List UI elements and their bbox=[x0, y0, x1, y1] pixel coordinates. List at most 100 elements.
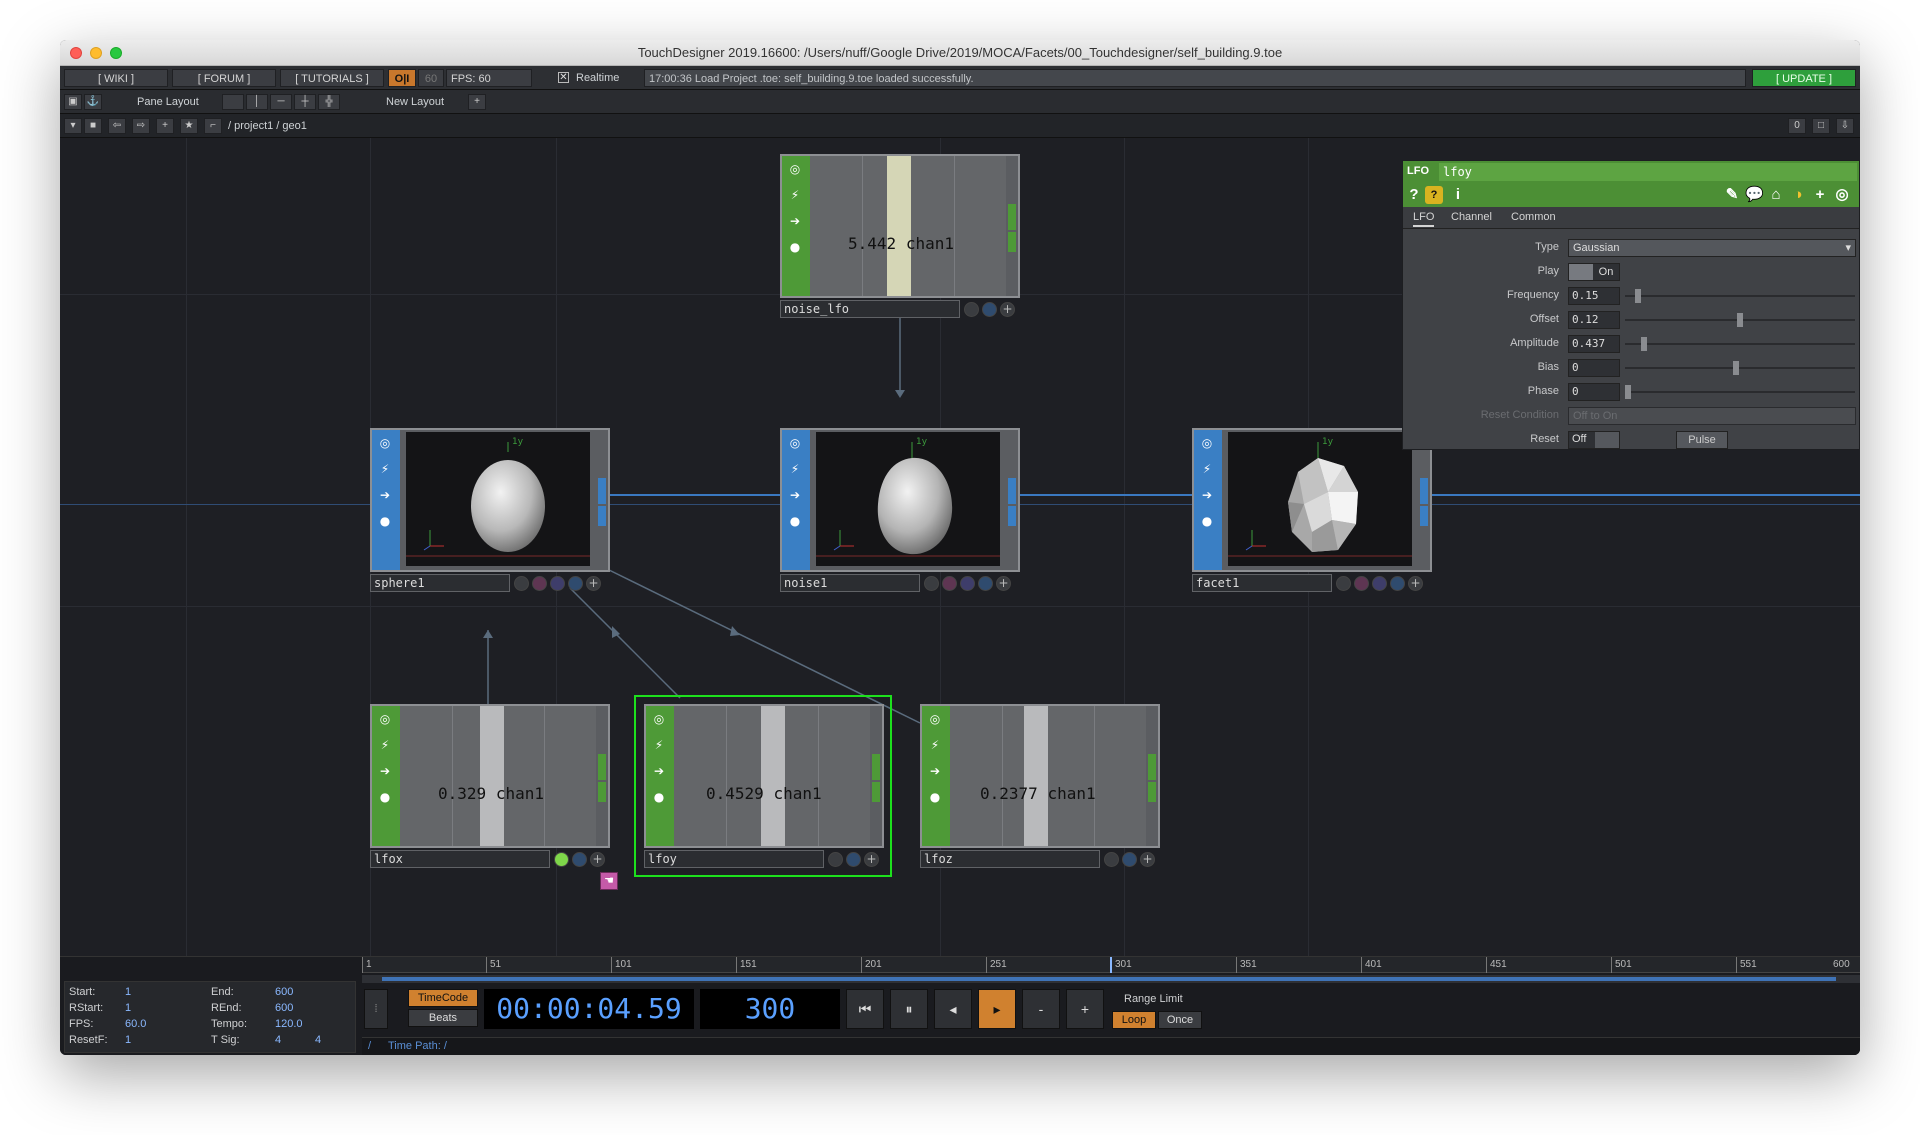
node-add-icon[interactable]: + bbox=[1000, 302, 1015, 317]
viewer-flag-icon[interactable]: ◎ bbox=[786, 434, 804, 452]
node-add-icon[interactable]: + bbox=[1140, 852, 1155, 867]
type-dropdown[interactable]: Gaussian ▾ bbox=[1568, 239, 1856, 257]
frame-display[interactable]: 300 bbox=[700, 989, 840, 1029]
add-layout-button[interactable]: + bbox=[468, 94, 486, 110]
start-value[interactable]: 1 bbox=[125, 986, 131, 998]
lock-flag-icon[interactable]: ● bbox=[786, 512, 804, 530]
lock-flag-icon[interactable]: ● bbox=[1198, 512, 1216, 530]
tempo-value[interactable]: 120.0 bbox=[275, 1018, 303, 1030]
pulse-button[interactable]: Pulse bbox=[1676, 431, 1728, 449]
output-connector[interactable] bbox=[598, 478, 606, 504]
amplitude-slider[interactable] bbox=[1625, 337, 1855, 351]
tutorials-button[interactable]: [ TUTORIALS ] bbox=[280, 69, 384, 87]
reset-condition-dropdown[interactable]: Off to On bbox=[1568, 407, 1856, 425]
output-connector[interactable] bbox=[1420, 478, 1428, 504]
node-facet1[interactable]: ◎ ⚡ ➔ ● 1y facet1 + bbox=[1192, 428, 1432, 592]
viewer-flag-icon[interactable]: ◎ bbox=[786, 160, 804, 178]
back-icon[interactable]: ⇦ bbox=[108, 118, 126, 134]
tsig-numerator[interactable]: 4 bbox=[275, 1034, 281, 1046]
node-lfoz[interactable]: ◎ ⚡ ➔ ● 0.2377 chan1 lfoz + bbox=[920, 704, 1160, 868]
add-icon[interactable]: + bbox=[1811, 186, 1829, 204]
wiki-button[interactable]: [ WIKI ] bbox=[64, 69, 168, 87]
step-minus-button[interactable]: - bbox=[1022, 989, 1060, 1029]
python-icon[interactable]: ◑ bbox=[1789, 186, 1807, 204]
output-connector[interactable] bbox=[1008, 506, 1016, 526]
node-lfoy[interactable]: ◎ ⚡ ➔ ● 0.4529 chan1 lfoy + bbox=[644, 704, 884, 868]
output-connector[interactable] bbox=[1148, 754, 1156, 780]
output-connector[interactable] bbox=[1008, 232, 1016, 252]
output-connector[interactable] bbox=[872, 782, 880, 802]
cook-flag-icon[interactable]: ⚡ bbox=[926, 736, 944, 754]
reset-toggle[interactable]: Off bbox=[1568, 431, 1620, 449]
info-icon[interactable]: i bbox=[1449, 186, 1467, 204]
timecode-display[interactable]: 00:00:04.59 bbox=[484, 989, 694, 1029]
cook-flag-icon[interactable]: ⚡ bbox=[786, 186, 804, 204]
node-lfox[interactable]: ◎ ⚡ ➔ ● 0.329 chan1 lfox + ☚ bbox=[370, 704, 618, 890]
lock-flag-icon[interactable]: ● bbox=[376, 512, 394, 530]
cook-flag-icon[interactable]: ⚡ bbox=[650, 736, 668, 754]
update-button[interactable]: [ UPDATE ] bbox=[1752, 69, 1856, 87]
export-flag-icon[interactable]: ➔ bbox=[1198, 486, 1216, 504]
play-button[interactable]: ▸ bbox=[978, 989, 1016, 1029]
breadcrumb[interactable]: / project1 / geo1 bbox=[228, 117, 307, 135]
export-flag-icon[interactable]: ➔ bbox=[786, 212, 804, 230]
node-name-label[interactable]: lfoz bbox=[920, 850, 1100, 868]
bias-slider[interactable] bbox=[1625, 361, 1855, 375]
pause-button[interactable]: ⏸ bbox=[890, 989, 928, 1029]
output-connector[interactable] bbox=[1148, 782, 1156, 802]
node-add-icon[interactable]: + bbox=[590, 852, 605, 867]
node-name-label[interactable]: noise1 bbox=[780, 574, 920, 592]
lock-flag-icon[interactable]: ● bbox=[926, 788, 944, 806]
export-flag-icon[interactable]: ➔ bbox=[926, 762, 944, 780]
fps-value[interactable]: 60.0 bbox=[125, 1018, 146, 1030]
end-value[interactable]: 600 bbox=[275, 986, 293, 998]
viewer-flag-icon[interactable]: ◎ bbox=[1198, 434, 1216, 452]
resetf-value[interactable]: 1 bbox=[125, 1034, 131, 1046]
maximize-pane-icon[interactable]: □ bbox=[1812, 118, 1830, 134]
step-back-button[interactable]: ◂ bbox=[934, 989, 972, 1029]
fps-limit-button[interactable]: 60 bbox=[418, 69, 444, 87]
rstart-value[interactable]: 1 bbox=[125, 1002, 131, 1014]
lock-flag-icon[interactable]: ● bbox=[786, 238, 804, 256]
phase-field[interactable]: 0 bbox=[1568, 383, 1620, 401]
comment-icon[interactable]: 💬 bbox=[1745, 186, 1764, 204]
bias-field[interactable]: 0 bbox=[1568, 359, 1620, 377]
node-add-icon[interactable]: + bbox=[1408, 576, 1423, 591]
node-name-label[interactable]: noise_lfo bbox=[780, 300, 960, 318]
parent-icon[interactable]: ⌐ bbox=[204, 118, 222, 134]
python-help-icon[interactable]: ? bbox=[1425, 186, 1443, 204]
node-noise-lfo[interactable]: ◎ ⚡ ➔ ● 5.442 chan1 noise_lfo + bbox=[780, 154, 1020, 318]
layout-quad-icon[interactable]: ╬ bbox=[318, 94, 340, 110]
layout-split-h-icon[interactable]: ─ bbox=[270, 94, 292, 110]
frequency-slider[interactable] bbox=[1625, 289, 1855, 303]
target-icon[interactable]: ◎ bbox=[1833, 186, 1851, 204]
node-name-label[interactable]: lfox bbox=[370, 850, 550, 868]
node-add-icon[interactable]: + bbox=[864, 852, 879, 867]
node-name-label[interactable]: facet1 bbox=[1192, 574, 1332, 592]
loop-button[interactable]: Loop bbox=[1112, 1011, 1156, 1029]
node-sphere1[interactable]: ◎ ⚡ ➔ ● 1y sphere1 + bbox=[370, 428, 610, 592]
anchor-icon[interactable]: ⚓ bbox=[84, 94, 102, 110]
help-icon[interactable]: ? bbox=[1405, 186, 1423, 204]
timeline-ruler[interactable]: 1 51 101 151 201 251 301 351 401 451 501… bbox=[362, 957, 1860, 973]
tab-common[interactable]: Common bbox=[1511, 211, 1556, 223]
offset-slider[interactable] bbox=[1625, 313, 1855, 327]
menu-dropdown-icon[interactable]: ▾ bbox=[64, 118, 82, 134]
cook-icon[interactable]: ⌂ bbox=[1767, 186, 1785, 204]
pane-menu-icon[interactable]: ⇩ bbox=[1836, 118, 1854, 134]
viewer-flag-icon[interactable]: ◎ bbox=[926, 710, 944, 728]
node-add-icon[interactable]: + bbox=[586, 576, 601, 591]
beats-mode-button[interactable]: Beats bbox=[408, 1009, 478, 1027]
cook-flag-icon[interactable]: ⚡ bbox=[376, 460, 394, 478]
output-connector[interactable] bbox=[598, 506, 606, 526]
layout-single-icon[interactable] bbox=[222, 94, 244, 110]
range-fill[interactable] bbox=[382, 977, 1836, 981]
cook-flag-icon[interactable]: ⚡ bbox=[786, 460, 804, 478]
time-path-label[interactable]: Time Path: / bbox=[388, 1038, 447, 1054]
rewind-button[interactable]: ⏮ bbox=[846, 989, 884, 1029]
node-name-label[interactable]: lfoy bbox=[644, 850, 824, 868]
cook-flag-icon[interactable]: ⚡ bbox=[376, 736, 394, 754]
tsig-denominator[interactable]: 4 bbox=[315, 1034, 321, 1046]
forum-button[interactable]: [ FORUM ] bbox=[172, 69, 276, 87]
pointer-hand-icon[interactable]: ☚ bbox=[600, 872, 618, 890]
